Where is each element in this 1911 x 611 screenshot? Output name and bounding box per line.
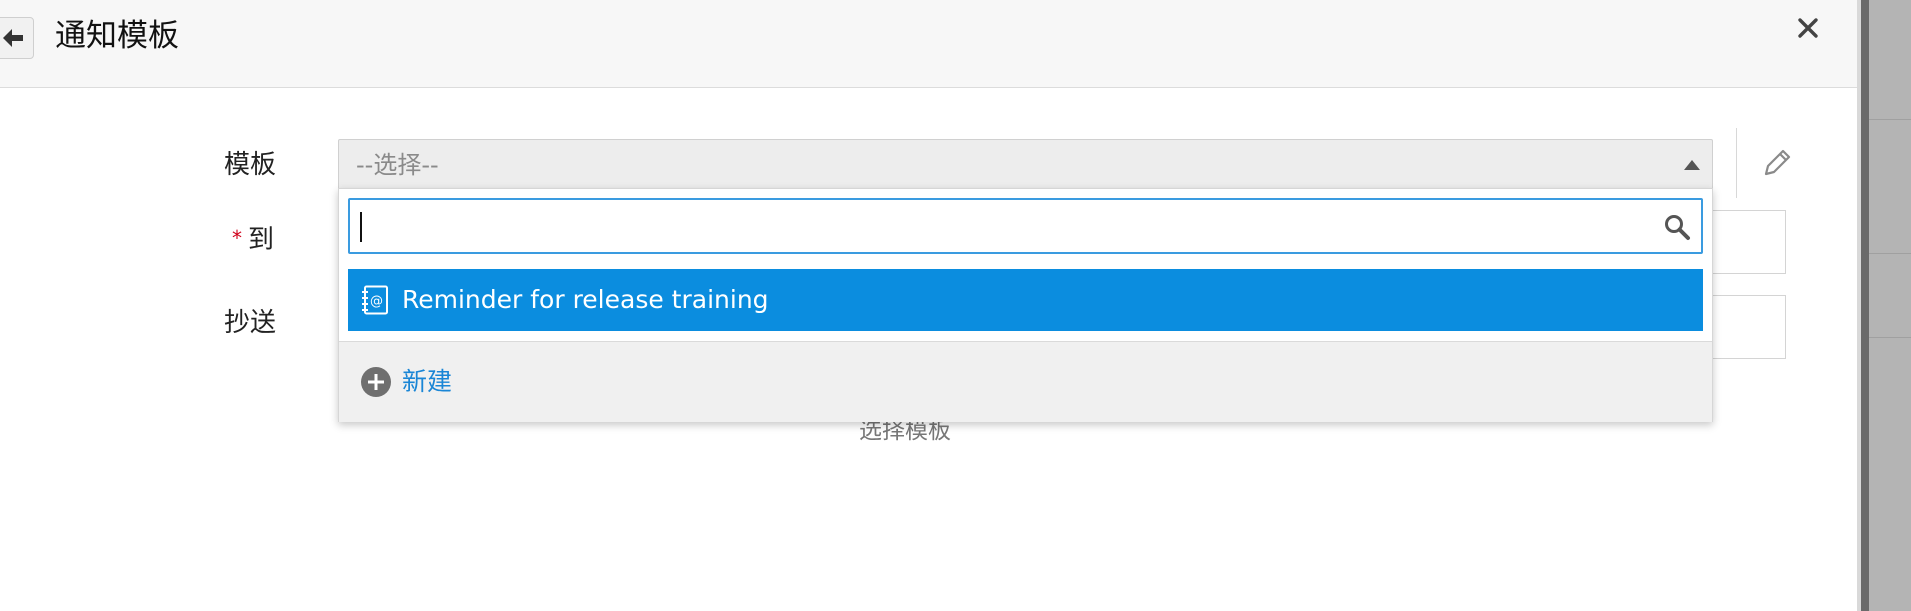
- modal-title: 通知模板: [55, 18, 179, 54]
- modal-header: 通知模板: [0, 0, 1857, 88]
- template-select[interactable]: --选择--: [338, 139, 1713, 191]
- cc-label: 抄送: [224, 308, 277, 338]
- dropdown-option[interactable]: @ Reminder for release training: [348, 269, 1703, 331]
- arrow-left-icon: [3, 29, 23, 47]
- backdrop-divider: [1869, 337, 1911, 338]
- pencil-icon: [1764, 149, 1791, 176]
- required-mark: *: [232, 226, 242, 250]
- search-input[interactable]: [350, 200, 1701, 252]
- search-icon[interactable]: [1663, 213, 1691, 241]
- caret-up-icon: [1684, 160, 1700, 170]
- close-button[interactable]: [1793, 10, 1823, 46]
- new-template-button[interactable]: 新建: [360, 362, 452, 402]
- new-template-label: 新建: [402, 367, 453, 396]
- backdrop-divider: [1869, 119, 1911, 120]
- edit-template-button[interactable]: [1759, 145, 1795, 181]
- backdrop-divider: [1869, 253, 1911, 254]
- svg-text:@: @: [370, 294, 383, 309]
- scrollbar-track[interactable]: [1861, 0, 1869, 611]
- to-label: * 到: [232, 221, 274, 257]
- backdrop-page: [1869, 0, 1911, 611]
- back-button[interactable]: [0, 17, 34, 59]
- search-box: [348, 198, 1703, 254]
- template-label: 模板: [224, 150, 277, 180]
- text-cursor: [360, 212, 362, 242]
- email-template-icon: @: [362, 285, 388, 315]
- plus-circle-icon: [361, 367, 391, 397]
- option-label: Reminder for release training: [402, 285, 769, 314]
- notification-template-modal: 通知模板 模板 * 到 抄送 --选择-- 选择模板 @ Reminder fo…: [0, 0, 1857, 611]
- close-icon: [1798, 18, 1818, 38]
- to-label-text: 到: [248, 225, 275, 255]
- template-dropdown: @ Reminder for release training 新建: [338, 188, 1713, 422]
- divider: [1736, 128, 1737, 198]
- dropdown-footer: 新建: [339, 341, 1712, 422]
- select-placeholder: --选择--: [356, 151, 439, 179]
